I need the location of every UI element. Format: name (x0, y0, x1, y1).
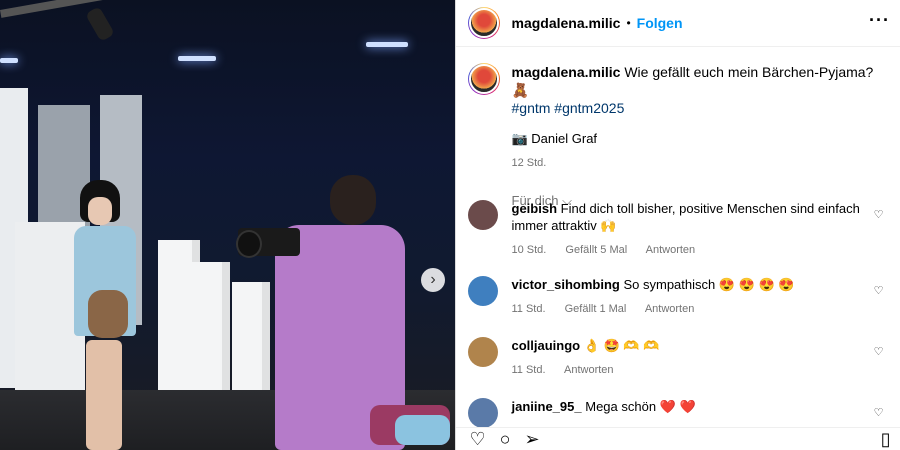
comment-text: 👌 🤩 🫶 🫶 (583, 338, 660, 353)
model-figure (86, 340, 122, 450)
avatar[interactable] (467, 398, 498, 428)
pedestal (232, 282, 270, 407)
post-header: magdalena.milic • Folgen ··· (455, 0, 900, 47)
reply-button[interactable]: Antworten (564, 364, 614, 376)
bookmark-icon[interactable]: ▯ (881, 429, 891, 450)
comment-item: geibish Find dich toll bisher, positive … (467, 200, 888, 259)
heart-icon[interactable]: ♡ (874, 208, 884, 221)
comment-text: Find dich toll bisher, positive Menschen… (511, 201, 860, 233)
comment-likes[interactable]: Gefällt 1 Mal (565, 303, 627, 315)
separator-dot: • (626, 16, 631, 30)
photo-credit: 📷 Daniel Graf (511, 131, 598, 146)
post-timestamp: 12 Std. (511, 157, 547, 169)
comment-item: janiine_95_ Mega schön ❤️ ❤️ ♡ (467, 398, 888, 428)
heart-icon[interactable]: ♡ (874, 406, 884, 419)
avatar[interactable] (467, 63, 500, 95)
heart-icon[interactable]: ♡ (874, 284, 884, 297)
comment-username[interactable]: victor_sihombing (512, 277, 620, 292)
username-link[interactable]: magdalena.milic (512, 15, 621, 31)
comment-username[interactable]: janiine_95_ (512, 399, 582, 414)
camera-lens (236, 230, 262, 258)
hashtags[interactable]: #gntm #gntm2025 (512, 100, 625, 116)
studio-microphone (85, 6, 115, 42)
share-icon[interactable]: ➢ (525, 429, 540, 450)
comment-text: Mega schön ❤️ ❤️ (585, 399, 696, 414)
model-face (88, 197, 112, 225)
reply-button[interactable]: Antworten (646, 244, 696, 256)
studio-light (366, 42, 408, 47)
studio-light (178, 56, 216, 61)
more-horizontal-icon[interactable]: ··· (869, 10, 890, 31)
avatar[interactable] (467, 337, 498, 367)
post-photo[interactable]: › (0, 0, 455, 450)
comment-item: victor_sihombing So sympathisch 😍 😍 😍 😍 … (467, 276, 888, 318)
caption-username[interactable]: magdalena.milic (512, 64, 621, 80)
comment-item: colljauingo 👌 🤩 🫶 🫶 11 Std. Antworten ♡ (467, 337, 888, 379)
heart-icon[interactable]: ♡ (470, 429, 486, 450)
follow-button[interactable]: Folgen (637, 15, 683, 31)
clothes-pile (395, 415, 450, 445)
comment-username[interactable]: colljauingo (512, 338, 581, 353)
chevron-right-icon[interactable]: › (421, 268, 445, 292)
comment-username[interactable]: geibish (512, 201, 558, 216)
teddy-bear-print (88, 290, 128, 338)
reply-button[interactable]: Antworten (645, 303, 695, 315)
comment-likes[interactable]: Gefällt 5 Mal (565, 244, 627, 256)
comment-time: 11 Std. (511, 364, 546, 376)
avatar[interactable] (467, 7, 500, 39)
avatar[interactable] (467, 200, 498, 230)
photographer-head (330, 175, 376, 225)
post-actions-bar: ♡ ○ ➢ ▯ (455, 427, 900, 450)
studio-light (0, 58, 18, 63)
comment-text: So sympathisch 😍 😍 😍 😍 (623, 277, 795, 292)
post-sidebar: magdalena.milic • Folgen ··· magdalena.m… (454, 0, 900, 450)
heart-icon[interactable]: ♡ (874, 345, 884, 358)
post-caption: magdalena.milic Wie gefällt euch mein Bä… (456, 47, 900, 117)
comment-time: 10 Std. (511, 244, 547, 256)
comment-icon[interactable]: ○ (500, 429, 511, 450)
avatar[interactable] (467, 276, 498, 306)
comment-time: 11 Std. (511, 303, 546, 315)
